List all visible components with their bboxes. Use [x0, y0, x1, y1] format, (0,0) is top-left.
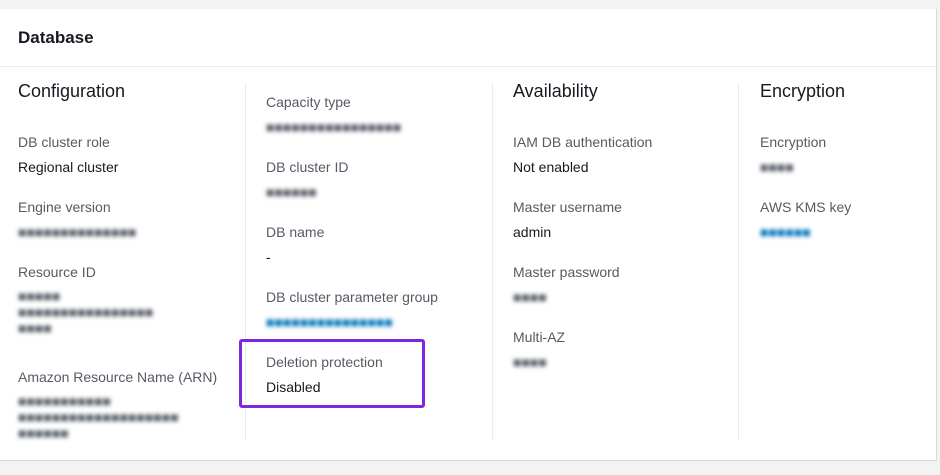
- availability-heading: Availability: [513, 81, 598, 101]
- multi-az-field: Multi-AZ ■■■■: [513, 328, 565, 371]
- db-cluster-role-label: DB cluster role: [18, 134, 110, 150]
- db-name-label: DB name: [266, 224, 325, 240]
- param-group-link-redacted[interactable]: ■■■■■■■■■■■■■■■: [266, 313, 438, 331]
- kms-key-field: AWS KMS key ■■■■■■: [760, 198, 851, 241]
- engine-version-field: Engine version ■■■■■■■■■■■■■■: [18, 198, 136, 241]
- db-name-value: -: [266, 249, 271, 265]
- encryption-column: Encryption Encryption ■■■■ AWS KMS key ■…: [760, 67, 930, 460]
- capacity-type-field: Capacity type ■■■■■■■■■■■■■■■■: [266, 93, 401, 136]
- master-username-label: Master username: [513, 199, 622, 215]
- configuration-column: Configuration DB cluster role Regional c…: [18, 67, 243, 460]
- multi-az-value-redacted: ■■■■: [513, 354, 547, 370]
- panel-title: Database: [18, 27, 94, 47]
- resource-id-label: Resource ID: [18, 264, 96, 280]
- master-password-field: Master password ■■■■: [513, 263, 620, 306]
- kms-key-label: AWS KMS key: [760, 199, 852, 215]
- iam-auth-value: Not enabled: [513, 159, 589, 175]
- master-password-label: Master password: [513, 264, 620, 280]
- column-divider: [738, 83, 739, 441]
- configuration-heading: Configuration: [18, 81, 126, 101]
- kms-key-link-redacted[interactable]: ■■■■■■: [760, 223, 851, 241]
- db-cluster-role-field: DB cluster role Regional cluster: [18, 133, 118, 176]
- deletion-protection-highlight-box: [239, 339, 425, 408]
- db-cluster-id-field: DB cluster ID ■■■■■■: [266, 158, 348, 201]
- engine-version-value-redacted: ■■■■■■■■■■■■■■: [18, 224, 137, 240]
- resource-id-field: Resource ID ■■■■■ ■■■■■■■■■■■■■■■■ ■■■■: [18, 263, 153, 336]
- capacity-type-label: Capacity type: [266, 94, 351, 110]
- param-group-field: DB cluster parameter group ■■■■■■■■■■■■■…: [266, 288, 438, 331]
- capacity-type-value-redacted: ■■■■■■■■■■■■■■■■: [266, 119, 402, 135]
- iam-auth-field: IAM DB authentication Not enabled: [513, 133, 652, 176]
- database-panel: Database Configuration DB cluster role R…: [0, 9, 937, 461]
- iam-auth-label: IAM DB authentication: [513, 134, 653, 150]
- db-cluster-id-value-redacted: ■■■■■■: [266, 184, 317, 200]
- arn-label: Amazon Resource Name (ARN): [18, 369, 218, 385]
- param-group-label: DB cluster parameter group: [266, 289, 438, 305]
- encryption-value-redacted: ■■■■: [760, 159, 794, 175]
- db-name-field: DB name -: [266, 223, 324, 266]
- arn-value-redacted: ■■■■■■■■■■■ ■■■■■■■■■■■■■■■■■■■ ■■■■■■: [18, 393, 179, 441]
- column-divider: [492, 83, 493, 441]
- engine-version-label: Engine version: [18, 199, 111, 215]
- master-username-value: admin: [513, 224, 552, 240]
- availability-column: Availability IAM DB authentication Not e…: [513, 67, 735, 460]
- resource-id-value-redacted: ■■■■■ ■■■■■■■■■■■■■■■■ ■■■■: [18, 288, 154, 336]
- master-username-field: Master username admin: [513, 198, 622, 241]
- multi-az-label: Multi-AZ: [513, 329, 566, 345]
- panel-header: Database: [0, 9, 936, 67]
- details-columns: Configuration DB cluster role Regional c…: [0, 67, 936, 460]
- encryption-label: Encryption: [760, 134, 827, 150]
- encryption-heading: Encryption: [760, 81, 846, 101]
- master-password-value-redacted: ■■■■: [513, 289, 547, 305]
- db-cluster-id-label: DB cluster ID: [266, 159, 349, 175]
- arn-field: Amazon Resource Name (ARN) ■■■■■■■■■■■ ■■…: [18, 368, 217, 441]
- encryption-field: Encryption ■■■■: [760, 133, 826, 176]
- db-cluster-role-value: Regional cluster: [18, 159, 119, 175]
